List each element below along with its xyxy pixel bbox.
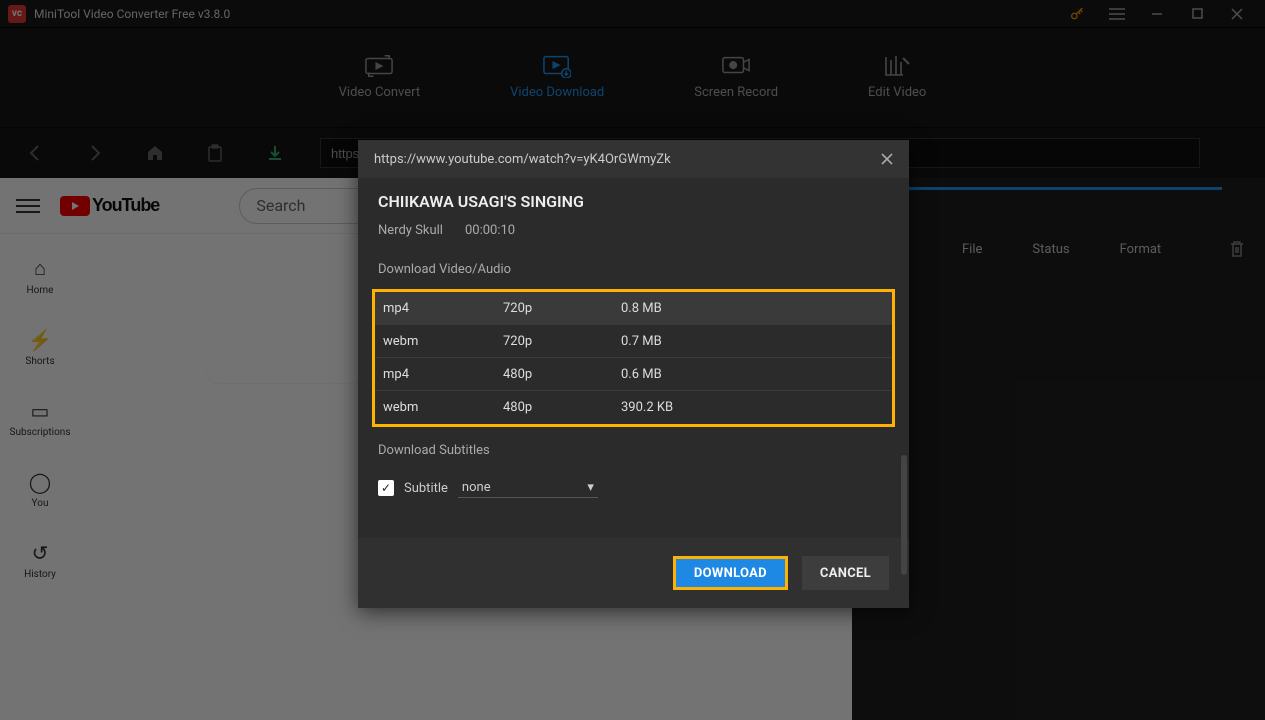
format-row[interactable]: mp4 720p 0.8 MB [375, 292, 892, 325]
cell-format: webm [383, 400, 503, 415]
dialog-close-button[interactable] [881, 153, 893, 165]
download-button[interactable]: DOWNLOAD [673, 556, 788, 590]
video-author: Nerdy Skull [378, 223, 443, 238]
chevron-down-icon: ▾ [587, 480, 594, 495]
cell-resolution: 720p [503, 334, 621, 349]
subtitle-row: ✓ Subtitle none ▾ [358, 464, 909, 512]
cell-size: 390.2 KB [621, 400, 884, 415]
cancel-button[interactable]: CANCEL [802, 556, 889, 590]
section-subs-label: Download Subtitles [358, 437, 909, 464]
format-row[interactable]: mp4 480p 0.6 MB [375, 358, 892, 391]
video-title: CHIIKAWA USAGI'S SINGING [378, 192, 889, 211]
video-meta: CHIIKAWA USAGI'S SINGING Nerdy Skull 00:… [358, 178, 909, 256]
format-row[interactable]: webm 720p 0.7 MB [375, 325, 892, 358]
cell-size: 0.8 MB [621, 301, 884, 316]
download-dialog: https://www.youtube.com/watch?v=yK4OrGWm… [358, 140, 909, 608]
subtitle-value: none [462, 480, 491, 495]
dialog-footer: DOWNLOAD CANCEL [358, 538, 909, 608]
dialog-scrollbar[interactable] [901, 455, 907, 575]
section-download-label: Download Video/Audio [358, 256, 909, 283]
subtitle-select[interactable]: none ▾ [458, 478, 598, 498]
format-row[interactable]: webm 480p 390.2 KB [375, 391, 892, 424]
cell-size: 0.6 MB [621, 367, 884, 382]
cell-size: 0.7 MB [621, 334, 884, 349]
dialog-header: https://www.youtube.com/watch?v=yK4OrGWm… [358, 140, 909, 178]
dialog-url: https://www.youtube.com/watch?v=yK4OrGWm… [374, 152, 671, 167]
subtitle-checkbox[interactable]: ✓ [378, 480, 394, 496]
subtitle-label: Subtitle [404, 481, 448, 496]
cell-format: mp4 [383, 367, 503, 382]
cell-resolution: 720p [503, 301, 621, 316]
format-table: mp4 720p 0.8 MB webm 720p 0.7 MB mp4 480… [372, 289, 895, 427]
cell-resolution: 480p [503, 400, 621, 415]
cell-format: webm [383, 334, 503, 349]
cell-resolution: 480p [503, 367, 621, 382]
video-duration: 00:00:10 [465, 223, 515, 238]
cell-format: mp4 [383, 301, 503, 316]
